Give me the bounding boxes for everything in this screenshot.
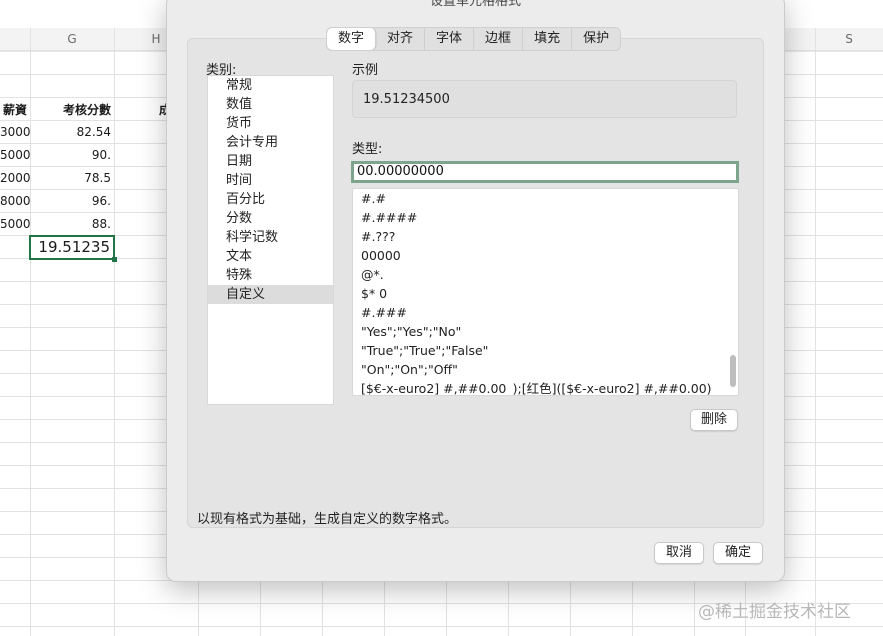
format-code-item[interactable]: "On";"On";"Off" [353, 360, 738, 379]
fill-handle[interactable] [112, 257, 117, 262]
column-header-g[interactable]: G [30, 28, 114, 51]
format-code-item[interactable]: #.# [353, 189, 738, 208]
tab-fill[interactable]: 填充 [523, 28, 573, 50]
salary-cell[interactable]: 2000 [0, 167, 31, 190]
format-code-list[interactable]: #.# #.#### #.??? 00000 @*. $* 0 #.### "Y… [352, 188, 739, 396]
format-code-item[interactable]: @*. [353, 265, 738, 284]
cancel-button[interactable]: 取消 [654, 542, 704, 564]
category-item[interactable]: 日期 [208, 152, 333, 171]
selected-cell[interactable]: 19.51235 [29, 235, 115, 260]
tab-alignment[interactable]: 对齐 [376, 28, 426, 50]
score-cell[interactable]: 88. [30, 213, 114, 236]
score-cell[interactable]: 90. [30, 144, 114, 167]
category-item[interactable]: 特殊 [208, 266, 333, 285]
format-cells-dialog: 设置单元格格式 数字 对齐 字体 边框 填充 保护 类别: 常规 数值 货币 会… [166, 0, 785, 582]
category-item-custom[interactable]: 自定义 [208, 285, 333, 304]
dialog-tabs: 数字 对齐 字体 边框 填充 保护 [326, 27, 622, 51]
score-cell[interactable]: 96. [30, 190, 114, 213]
score-cell[interactable]: 82.54 [30, 121, 114, 144]
ok-button[interactable]: 确定 [713, 542, 763, 564]
format-code-item[interactable]: #.??? [353, 227, 738, 246]
format-list-scrollbar[interactable] [730, 355, 736, 387]
category-item[interactable]: 会计专用 [208, 133, 333, 152]
header-cell-partial[interactable]: 成 [114, 99, 174, 122]
format-code-item[interactable]: "Yes";"Yes";"No" [353, 322, 738, 341]
category-item[interactable]: 货币 [208, 114, 333, 133]
tab-number[interactable]: 数字 [327, 28, 377, 50]
type-input[interactable]: 00.00000000 [351, 161, 739, 183]
sample-preview: 19.51234500 [352, 80, 737, 118]
type-label: 类型: [352, 142, 383, 157]
salary-cell[interactable]: 5000 [0, 144, 31, 167]
format-code-item[interactable]: $* 0 [353, 284, 738, 303]
category-item[interactable]: 百分比 [208, 190, 333, 209]
category-list[interactable]: 常规 数值 货币 会计专用 日期 时间 百分比 分数 科学记数 文本 特殊 自定… [207, 75, 334, 405]
delete-button[interactable]: 删除 [690, 409, 738, 431]
format-code-item[interactable]: "True";"True";"False" [353, 341, 738, 360]
salary-cell[interactable]: 5000 [0, 213, 31, 236]
header-cell-score[interactable]: 考核分數 [30, 99, 114, 122]
salary-cell[interactable]: 3000 [0, 121, 31, 144]
category-item[interactable]: 分数 [208, 209, 333, 228]
dialog-title: 设置单元格格式 [429, 0, 521, 9]
header-cell-salary[interactable]: 薪資 [0, 99, 30, 122]
watermark: @稀土掘金技术社区 [698, 602, 851, 622]
category-item[interactable]: 科学记数 [208, 228, 333, 247]
tab-protection[interactable]: 保护 [572, 28, 620, 50]
hint-text: 以现有格式为基础，生成自定义的数字格式。 [197, 512, 458, 527]
category-item[interactable]: 时间 [208, 171, 333, 190]
format-code-item[interactable]: [$€-x-euro2] #,##0.00_);[红色]([$€-x-euro2… [353, 379, 738, 395]
tab-font[interactable]: 字体 [425, 28, 475, 50]
format-code-item[interactable]: 00000 [353, 246, 738, 265]
category-item[interactable]: 文本 [208, 247, 333, 266]
format-code-item[interactable]: #.### [353, 303, 738, 322]
score-cell[interactable]: 78.5 [30, 167, 114, 190]
category-item[interactable]: 数值 [208, 95, 333, 114]
selected-cell-value: 19.51235 [38, 238, 110, 256]
column-header-s[interactable]: S [815, 28, 883, 51]
salary-cell[interactable]: 8000 [0, 190, 31, 213]
sample-label: 示例 [352, 63, 379, 78]
format-code-item[interactable]: #.#### [353, 208, 738, 227]
tab-border[interactable]: 边框 [474, 28, 524, 50]
category-item[interactable]: 常规 [208, 76, 333, 95]
